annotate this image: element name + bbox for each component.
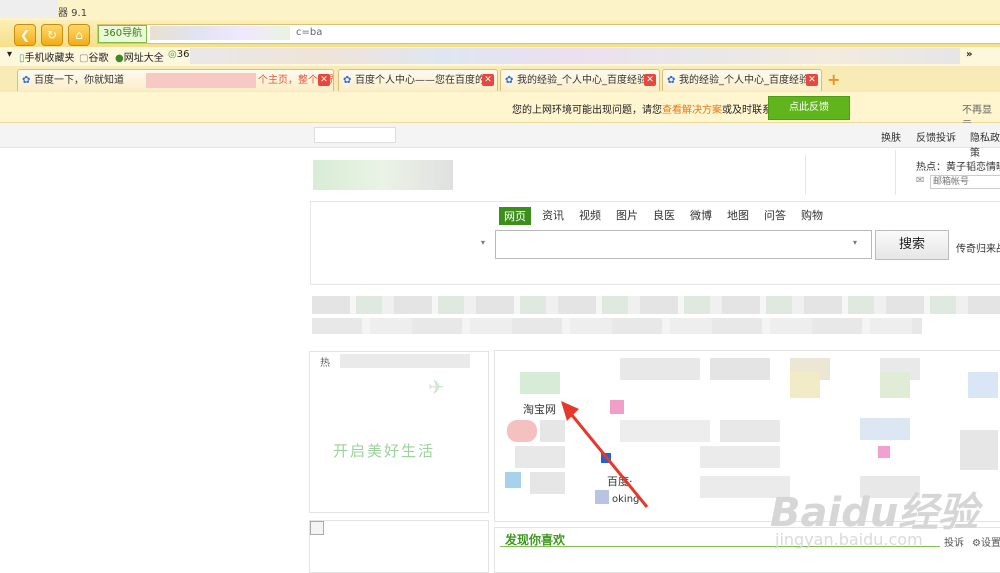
search-dropdown-icon[interactable]: ▾ bbox=[853, 238, 857, 247]
tab-images[interactable]: 图片 bbox=[616, 207, 638, 223]
page-top-strip bbox=[0, 123, 1000, 148]
tab-map[interactable]: 地图 bbox=[727, 207, 749, 223]
globe-icon: ● bbox=[115, 53, 124, 64]
tab-video[interactable]: 视频 bbox=[579, 207, 601, 223]
slogan: 开启美好生活 bbox=[333, 442, 436, 460]
bookmark-360[interactable]: ◎36 bbox=[168, 49, 189, 60]
address-url-text: c=ba bbox=[296, 27, 323, 38]
engine-dropdown-icon[interactable]: ▾ bbox=[481, 238, 485, 247]
window-title: 器 9.1 bbox=[58, 8, 88, 19]
back-button[interactable]: ❮ bbox=[14, 24, 36, 46]
mail-icon: ✉ bbox=[916, 175, 925, 186]
tab-web[interactable]: 网页 bbox=[499, 207, 531, 225]
image-panel bbox=[309, 520, 489, 573]
broken-image-icon bbox=[310, 521, 324, 535]
tab-weibo[interactable]: 微博 bbox=[690, 207, 712, 223]
annotation-arrow-icon bbox=[561, 401, 649, 508]
paper-plane-icon: ✈ bbox=[428, 375, 445, 399]
tab-jingyan-2[interactable]: ✿ 我的经验_个人中心_百度经验 ✕ bbox=[662, 69, 822, 91]
privacy-link[interactable]: 隐私政策 bbox=[970, 129, 1000, 159]
new-tab-button[interactable]: + bbox=[827, 70, 840, 89]
search-input[interactable] bbox=[495, 230, 872, 259]
tab-close-icon[interactable]: ✕ bbox=[482, 74, 494, 86]
baidu-paw-icon: ✿ bbox=[505, 75, 514, 86]
tab-close-icon[interactable]: ✕ bbox=[318, 74, 330, 86]
refresh-button[interactable]: ↻ bbox=[41, 24, 63, 46]
bookmark-url-directory[interactable]: ●网址大全 bbox=[115, 49, 164, 64]
bookmark-dropdown-icon[interactable]: ▾ bbox=[7, 49, 12, 60]
tab-close-icon[interactable]: ✕ bbox=[644, 74, 656, 86]
feedback-button[interactable]: 点此反馈 bbox=[768, 96, 850, 120]
feedback-complaint-link[interactable]: 反馈投诉 bbox=[916, 129, 956, 144]
email-input[interactable] bbox=[930, 175, 1000, 189]
notice-message: 您的上网环境可能出现问题，请您查看解决方案或及时联系我们 bbox=[512, 105, 792, 116]
gear-icon: ⚙ bbox=[972, 538, 981, 549]
baidu-paw-icon: ✿ bbox=[343, 75, 352, 86]
home-button[interactable]: ⌂ bbox=[68, 24, 90, 46]
bookmarks-overflow-icon[interactable]: » bbox=[966, 49, 972, 60]
site-taobao[interactable]: 淘宝网 bbox=[523, 401, 556, 417]
watermark-domain: jingyan.baidu.com bbox=[775, 530, 923, 549]
360-icon: ◎ bbox=[168, 49, 177, 60]
tab-qa[interactable]: 问答 bbox=[764, 207, 786, 223]
tab-close-icon[interactable]: ✕ bbox=[806, 74, 818, 86]
search-button[interactable]: 搜索 bbox=[875, 230, 949, 260]
notice-solution-link[interactable]: 查看解决方案 bbox=[662, 105, 722, 116]
tab-news[interactable]: 资讯 bbox=[542, 207, 564, 223]
baidu-paw-icon: ✿ bbox=[667, 75, 676, 86]
hot-topic[interactable]: 热点：黄子韬恋情曝 bbox=[916, 158, 1000, 173]
network-notice-bar bbox=[0, 92, 1000, 123]
skin-link[interactable]: 换肤 bbox=[881, 129, 901, 144]
tab-baidu-personal[interactable]: ✿ 百度个人中心——您在百度的 ✕ bbox=[338, 69, 498, 91]
tab-doctor[interactable]: 良医 bbox=[653, 207, 675, 223]
hot-panel-heading: 热 bbox=[320, 358, 330, 369]
baidu-paw-icon: ✿ bbox=[22, 75, 31, 86]
search-side-ad[interactable]: 传奇归来战 bbox=[956, 240, 1000, 255]
tab-shopping[interactable]: 购物 bbox=[801, 207, 823, 223]
address-site-badge[interactable]: 360导航 bbox=[98, 25, 148, 43]
tab-jingyan-1[interactable]: ✿ 我的经验_个人中心_百度经验 ✕ bbox=[500, 69, 660, 91]
bookmark-google[interactable]: ▢谷歌 bbox=[79, 49, 108, 64]
title-bar bbox=[0, 0, 1000, 20]
tab-baidu[interactable]: ✿ 百度一下，你就知道 个主页，整个世界 ✕ bbox=[17, 69, 334, 91]
bookmark-mobile-favorites[interactable]: ▯手机收藏夹 bbox=[19, 49, 75, 64]
hot-panel bbox=[309, 351, 489, 513]
